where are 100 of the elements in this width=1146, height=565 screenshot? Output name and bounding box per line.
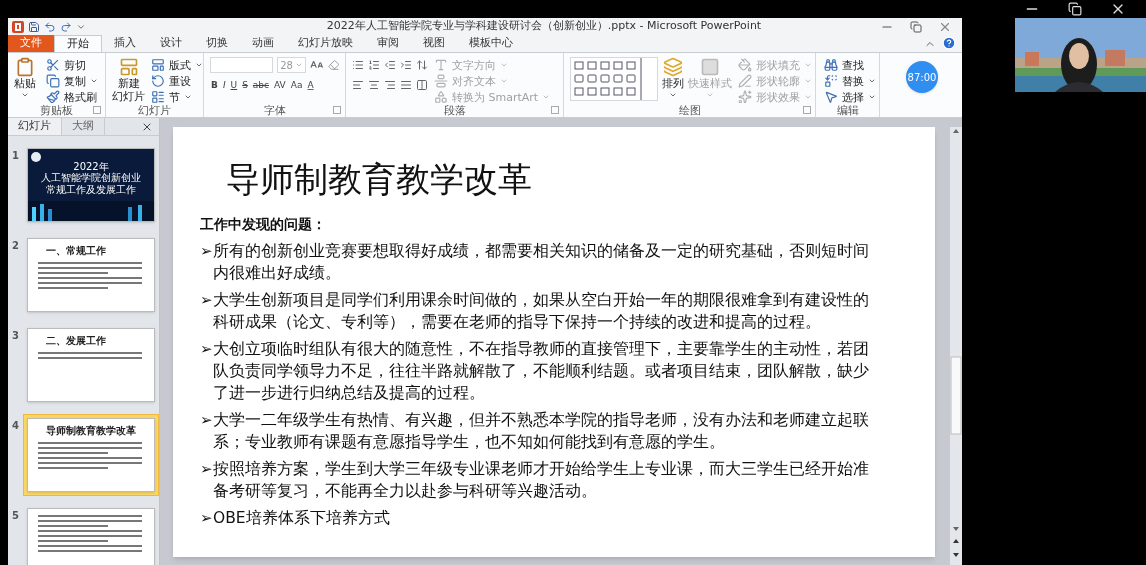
format-button[interactable]: I	[221, 79, 227, 93]
slide-number: 5	[12, 509, 19, 523]
ribbon-icon	[434, 58, 448, 72]
bullet-text: 大学一二年级学生有热情、有兴趣，但并不熟悉本学院的指导老师，没有办法和老师建立起联系；专业教师有课题有意愿指导学生，也不知如何能找到有意愿的学生。	[213, 410, 870, 453]
group-label: 绘图	[678, 104, 701, 116]
dropdown-caret-icon	[21, 91, 29, 99]
format-button[interactable]: A	[306, 79, 315, 93]
redo-icon[interactable]	[60, 20, 72, 33]
align-icon[interactable]	[384, 79, 396, 91]
dropdown-caret-icon	[184, 93, 192, 101]
ribbon-tab[interactable]: 设计	[148, 35, 194, 52]
format-button[interactable]: abc	[251, 79, 271, 93]
bullet-text: 大创立项临时组队有很大的随意性，不在指导教师的直接管理下，主要靠学生的主动性，若团队负责同学领导力不足，往往半路就解散了，不能顺利结题。或者项目结束，团队解散，缺少了进一步进行归纳总结及提高的过程。	[213, 339, 870, 404]
thumbnail-title: 2022年	[73, 161, 109, 172]
pane-tab[interactable]: 幻灯片	[8, 118, 62, 135]
ribbon-button[interactable]: 重设	[149, 73, 203, 89]
thumbnail-title: 人工智能学院创新创业常规工作及发展工作	[40, 172, 142, 196]
align-icon[interactable]	[416, 79, 428, 91]
paragraph-icon[interactable]	[352, 59, 364, 71]
thumbnail-title: 二、发展工作	[45, 335, 107, 346]
bullet-text: OBE培养体系下培养方式	[213, 508, 390, 529]
bullet-text: 按照培养方案，学生到大学三年级专业课老师才开始给学生上专业课，而大三学生已经开始准备考研等复习，不能再全力以赴参与科研等兴趣活动。	[213, 459, 870, 502]
ribbon-icon	[151, 58, 165, 72]
ribbon-icon	[434, 74, 448, 88]
window-title: 2022年人工智能学院专业与学科建设研讨会（创新创业）.pptx - Microsoft PowerPoint	[325, 18, 763, 35]
dropdown-caret-icon	[90, 77, 98, 85]
slide-subtitle: 工作中发现的问题：	[200, 215, 327, 234]
ribbon-tab[interactable]: 切换	[194, 35, 240, 52]
arrange-button[interactable]: 排列	[662, 57, 684, 99]
ribbon-button[interactable]: 复制	[44, 73, 100, 89]
ribbon-button[interactable]: 剪切	[44, 57, 100, 73]
paragraph-icon[interactable]	[384, 59, 396, 71]
slide-thumbnail[interactable]: 导师制教育教学改革	[23, 414, 159, 496]
align-icon[interactable]	[400, 79, 412, 91]
clear-format-icon[interactable]	[327, 59, 339, 71]
ribbon-button[interactable]: 格式刷	[44, 89, 100, 103]
thumbnail-title: 导师制教育教学改革	[45, 425, 137, 436]
restore-icon[interactable]	[1068, 2, 1082, 16]
ribbon-icon	[46, 74, 60, 88]
group-label: 段落	[443, 104, 466, 116]
ribbon-tab[interactable]: 幻灯片放映	[286, 35, 365, 52]
undo-icon[interactable]	[44, 20, 56, 33]
bullet-marker: ➢	[200, 290, 213, 311]
quick-styles-icon	[700, 57, 720, 77]
bullet-marker: ➢	[200, 241, 213, 262]
format-button[interactable]: Aa	[289, 79, 304, 93]
pane-tab[interactable]: 大纲	[62, 118, 105, 135]
ribbon-icon	[738, 74, 752, 88]
font-name-field[interactable]	[210, 57, 274, 73]
dropdown-caret-icon	[706, 91, 714, 99]
help-icon[interactable]	[942, 36, 956, 50]
dropdown-caret-icon	[669, 91, 677, 99]
ribbon-icon	[824, 90, 838, 103]
dropdown-caret-icon	[295, 61, 304, 69]
ribbon-button[interactable]: 节	[149, 89, 203, 103]
format-button[interactable]: U	[229, 79, 239, 93]
arrange-icon	[663, 57, 683, 77]
ribbon-tab[interactable]: 模板中心	[457, 35, 525, 52]
new-slide-icon	[118, 57, 139, 77]
ribbon-button[interactable]: 选择	[822, 89, 878, 103]
slide-number: 2	[12, 239, 19, 253]
group-label: 字体	[263, 104, 286, 116]
ribbon-tab[interactable]: 开始	[54, 35, 102, 52]
bullet-marker: ➢	[200, 339, 213, 360]
ribbon-tab[interactable]: 审阅	[365, 35, 411, 52]
ribbon-icon	[434, 90, 448, 103]
ribbon-button[interactable]: 查找	[822, 57, 878, 73]
format-button[interactable]: AV	[273, 79, 287, 93]
save-icon[interactable]	[28, 20, 40, 33]
bullet-text: 大学生创新项目是同学们利用课余时间做的，如果从空白开始一年的期限很难拿到有建设性的科研成果（论文、专利等），需要在老师的指导下保持一个持续的改进和提高的过程。	[213, 290, 870, 333]
bullet-marker: ➢	[200, 459, 213, 480]
paragraph-icon[interactable]	[416, 59, 428, 71]
clipboard-icon	[15, 57, 35, 77]
align-icon[interactable]	[352, 79, 364, 91]
group-label: 编辑	[836, 104, 859, 116]
paragraph-icon[interactable]	[400, 59, 412, 71]
ribbon-tab[interactable]: 动画	[240, 35, 286, 52]
ribbon-tab[interactable]: 文件	[8, 35, 54, 52]
paragraph-icon[interactable]	[368, 59, 380, 71]
format-button[interactable]: B	[210, 79, 219, 93]
thumbnail-title: 一、常规工作	[45, 245, 107, 256]
dropdown-caret-icon	[542, 93, 551, 101]
format-button[interactable]: S	[241, 79, 249, 93]
ribbon-icon	[151, 74, 165, 88]
ribbon-icon	[824, 58, 838, 72]
ribbon-tab[interactable]: 视图	[411, 35, 457, 52]
slide-number: 3	[12, 329, 19, 343]
ribbon-button[interactable]: 版式	[149, 57, 203, 73]
new-slide-button[interactable]: 新建 幻灯片	[112, 57, 145, 103]
group-label: 幻灯片	[138, 104, 171, 116]
close-icon[interactable]	[141, 121, 153, 133]
ribbon-button[interactable]: 替换	[822, 73, 878, 89]
slide-title: 导师制教育教学改革	[225, 158, 533, 199]
align-icon[interactable]	[368, 79, 380, 91]
ribbon-tab[interactable]: 插入	[102, 35, 148, 52]
ribbon-icon	[738, 58, 752, 72]
dropdown-caret-icon	[195, 61, 203, 69]
bullet-text: 所有的创新创业竞赛要想取得好成绩，都需要相关知识的储备及一定的研究基础，否则短时间内很难出好成绩。	[213, 241, 870, 284]
ribbon-icon	[824, 74, 838, 88]
paste-button[interactable]: 粘贴	[14, 57, 36, 99]
